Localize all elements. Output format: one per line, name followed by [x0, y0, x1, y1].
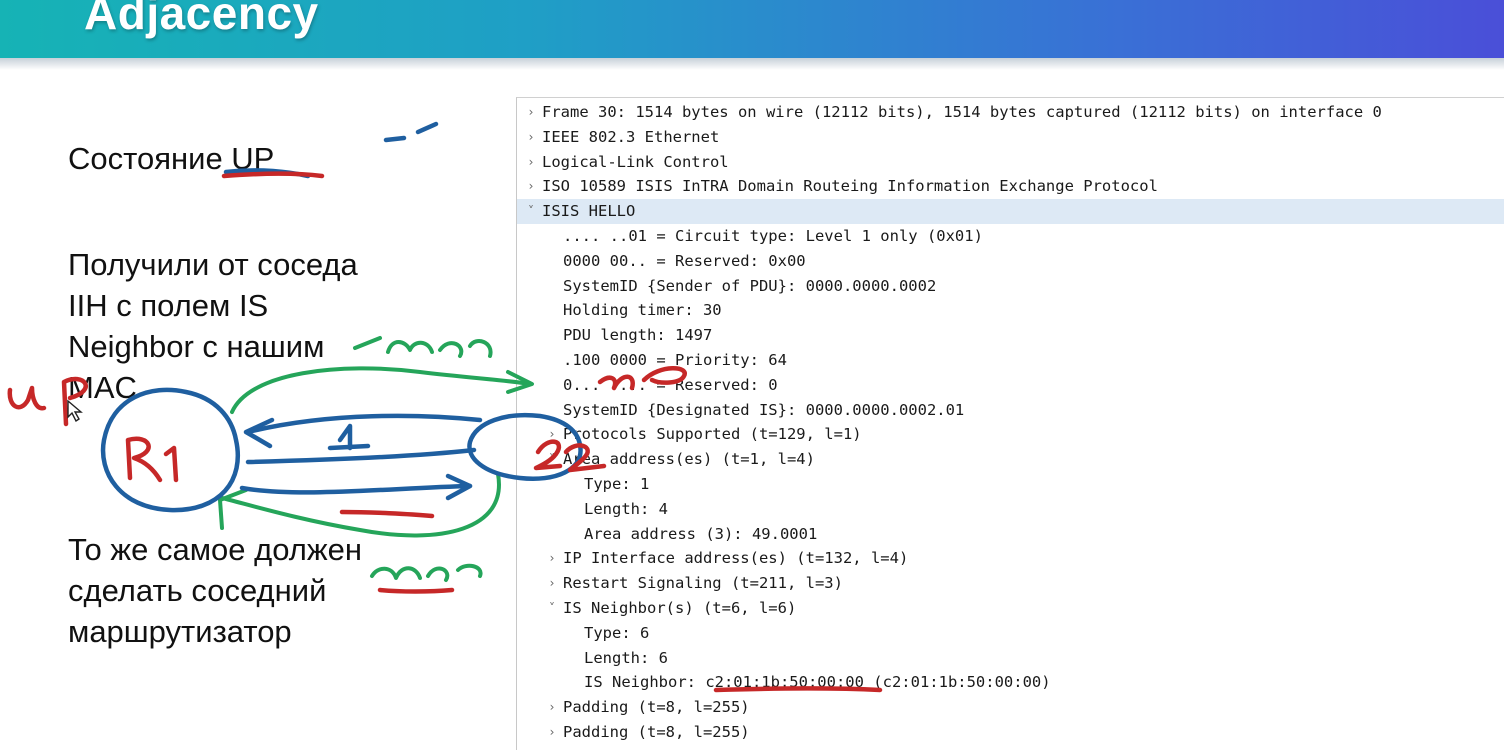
packet-tree-row-text: Length: 6 [584, 648, 668, 667]
packet-tree-row[interactable]: 0... .... = Reserved: 0 [517, 373, 1504, 398]
packet-tree-row[interactable]: Type: 6 [517, 621, 1504, 646]
packet-tree-row-text: SystemID {Designated IS}: 0000.0000.0002… [563, 400, 965, 419]
packet-tree-row-text: ISO 10589 ISIS InTRA Domain Routeing Inf… [542, 177, 1158, 196]
state-line: Состояние UP [68, 141, 275, 176]
chevron-down-icon[interactable]: ˅ [544, 596, 560, 621]
packet-tree-row-text: IP Interface address(es) (t=132, l=4) [563, 549, 909, 568]
packet-tree-row[interactable]: Length: 6 [517, 646, 1504, 671]
green-mac-top-scribble [353, 336, 493, 358]
packet-tree-row-text: Restart Signaling (t=211, l=3) [563, 574, 843, 593]
packet-tree-row[interactable]: IS Neighbor: c2:01:1b:50:00:00 (c2:01:1b… [517, 670, 1504, 695]
same-text: То же самое должен сделать соседний марш… [68, 529, 362, 652]
packet-tree-row[interactable]: Holding timer: 30 [517, 298, 1504, 323]
packet-tree-row[interactable]: Area address (3): 49.0001 [517, 522, 1504, 547]
packet-tree-row-text: Protocols Supported (t=129, l=1) [563, 425, 862, 444]
mouse-cursor-icon [67, 399, 83, 423]
line-between [245, 447, 477, 465]
packet-tree-row[interactable]: ›Padding (t=8, l=255) [517, 745, 1504, 750]
chevron-down-icon[interactable]: ˅ [523, 199, 539, 224]
packet-tree-row[interactable]: › IP Interface address(es) (t=132, l=4) [517, 546, 1504, 571]
packet-detail-pane[interactable]: › Frame 30: 1514 bytes on wire (12112 bit… [516, 97, 1504, 750]
header-shadow [0, 58, 1504, 70]
packet-tree-row-text: Type: 6 [584, 623, 650, 642]
arrow-bottom [239, 483, 473, 495]
chevron-right-icon[interactable]: › [544, 745, 560, 750]
r1-letters [125, 436, 179, 483]
state-text: Состояние UP [68, 138, 274, 179]
slide-title: Adjacency [84, 0, 319, 39]
chevron-right-icon[interactable]: › [523, 174, 539, 199]
packet-tree-row[interactable]: › Logical-Link Control [517, 150, 1504, 175]
packet-tree-row-text: Type: 1 [584, 475, 650, 493]
chevron-right-icon[interactable]: › [523, 150, 539, 175]
received-line-3: Neighbor с нашим [68, 329, 325, 364]
received-line-1: Получили от соседа [68, 247, 358, 282]
packet-tree-row-text: Padding (t=8, l=255) [563, 723, 750, 741]
packet-tree-row-text: .100 0000 = Priority: 64 [563, 351, 787, 369]
packet-tree-row[interactable]: ˅ Area address(es) (t=1, l=4) [517, 447, 1504, 472]
arrow-to-r1 [245, 413, 483, 435]
packet-tree-row-text: Area address(es) (t=1, l=4) [563, 450, 815, 469]
label-1-stroke [327, 423, 371, 451]
packet-tree-row-text: ISIS HELLO [542, 202, 636, 221]
packet-tree-row-text: PDU length: 1497 [563, 326, 713, 345]
chevron-right-icon[interactable]: › [544, 695, 560, 720]
received-line-2: IIH с полем IS [68, 288, 269, 323]
tick-mark [383, 121, 439, 143]
packet-tree-row[interactable]: PDU length: 1497 [517, 323, 1504, 348]
packet-tree-row-text: SystemID {Sender of PDU}: 0000.0000.0002 [563, 276, 937, 295]
chevron-right-icon[interactable]: › [523, 125, 539, 150]
packet-tree-row-text: Frame 30: 1514 bytes on wire (12112 bits… [542, 103, 1382, 121]
arrowhead-r1 [243, 417, 275, 449]
packet-tree-row[interactable]: › Frame 30: 1514 bytes on wire (12112 bit… [517, 100, 1504, 125]
underline-arrow-bottom [339, 509, 435, 519]
green-mac-bottom-scribble [370, 563, 483, 582]
underline-mac-text [377, 587, 455, 594]
same-line-3: маршрутизатор [68, 614, 292, 649]
chevron-down-icon[interactable]: ˅ [544, 447, 560, 472]
packet-tree-row-text: Padding (t=8, l=255) [563, 698, 750, 717]
packet-tree-row-text: Logical-Link Control [542, 152, 729, 171]
slide-header: Adjacency [0, 0, 1504, 58]
packet-tree-row-text: IEEE 802.3 Ethernet [542, 127, 720, 146]
packet-tree-row[interactable]: ˅ IS Neighbor(s) (t=6, l=6) [517, 596, 1504, 621]
green-arc-bottom [220, 472, 501, 538]
packet-tree-row[interactable]: › IEEE 802.3 Ethernet [517, 125, 1504, 150]
packet-tree-row[interactable]: Type: 1 [517, 472, 1504, 497]
chevron-right-icon[interactable]: › [544, 571, 560, 596]
packet-tree-row[interactable]: .100 0000 = Priority: 64 [517, 348, 1504, 373]
packet-tree-row[interactable]: Length: 4 [517, 497, 1504, 522]
green-arrowhead-bottom [218, 488, 248, 530]
packet-tree-row[interactable]: › Restart Signaling (t=211, l=3) [517, 571, 1504, 596]
chevron-right-icon[interactable]: › [544, 720, 560, 745]
packet-tree-row[interactable]: ˅ ISIS HELLO [517, 199, 1504, 224]
packet-tree-row-text: 0... .... = Reserved: 0 [563, 375, 778, 394]
packet-tree-row-text: Area address (3): 49.0001 [584, 524, 818, 543]
packet-tree-row[interactable]: ›Padding (t=8, l=255) [517, 695, 1504, 720]
packet-tree-row-text: Holding timer: 30 [563, 301, 722, 320]
packet-tree-row-text: Length: 4 [584, 499, 668, 518]
packet-tree-row[interactable]: ›Padding (t=8, l=255) [517, 720, 1504, 745]
chevron-right-icon[interactable]: › [544, 422, 560, 447]
same-line-1: То же самое должен [68, 532, 362, 567]
chevron-right-icon[interactable]: › [544, 546, 560, 571]
packet-tree-row-text: IS Neighbor: c2:01:1b:50:00:00 (c2:01:1b… [584, 673, 1051, 692]
packet-tree-row-text: .... ..01 = Circuit type: Level 1 only (… [563, 227, 983, 245]
packet-tree-row[interactable]: › ISO 10589 ISIS InTRA Domain Routeing In… [517, 174, 1504, 199]
chevron-right-icon[interactable]: › [523, 100, 539, 125]
packet-tree-row[interactable]: › Protocols Supported (t=129, l=1) [517, 422, 1504, 447]
packet-tree-row-text: IS Neighbor(s) (t=6, l=6) [563, 599, 797, 617]
same-line-2: сделать соседний [68, 573, 327, 608]
packet-tree-row[interactable]: SystemID {Designated IS}: 0000.0000.0002… [517, 398, 1504, 423]
packet-tree-row[interactable]: SystemID {Sender of PDU}: 0000.0000.0002 [517, 274, 1504, 299]
packet-tree-row[interactable]: 0000 00.. = Reserved: 0x00 [517, 249, 1504, 274]
packet-tree-row-text: Padding (t=8, l=255) [563, 745, 750, 750]
received-line-4: MAC [68, 370, 137, 405]
received-text: Получили от соседа IIH с полем IS Neighb… [68, 244, 358, 408]
packet-tree-row[interactable]: .... ..01 = Circuit type: Level 1 only (… [517, 224, 1504, 249]
arrowhead-bottom [445, 473, 473, 501]
packet-tree-row-text: 0000 00.. = Reserved: 0x00 [563, 251, 806, 270]
